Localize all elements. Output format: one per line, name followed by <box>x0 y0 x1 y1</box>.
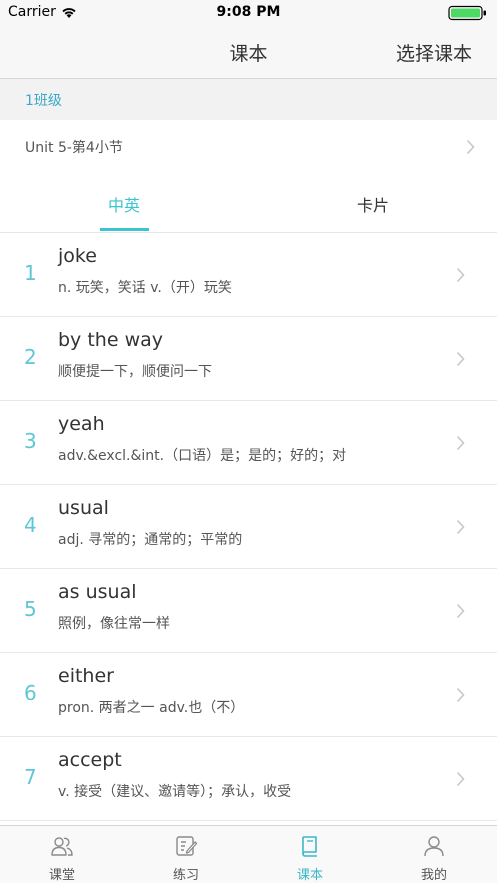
word-index: 5 <box>24 597 37 621</box>
chevron-right-icon <box>456 267 465 283</box>
bottom-tab-bar: 课堂 练习 课本 我的 <box>0 825 497 883</box>
word-definition: pron. 两者之一 adv.也（不） <box>58 700 245 716</box>
nav-bar: 课本 选择课本 <box>0 26 497 79</box>
chevron-right-icon <box>456 771 465 787</box>
word-text: yeah <box>58 413 105 435</box>
word-index: 6 <box>24 681 37 705</box>
word-definition: adv.&excl.&int.（口语）是；是的；好的；对 <box>58 448 347 464</box>
chevron-right-icon <box>466 139 475 155</box>
word-row[interactable]: 5 as usual 照例，像往常一样 <box>0 569 497 653</box>
classroom-icon <box>51 837 73 856</box>
class-section-header: 1班级 <box>0 79 497 120</box>
status-time: 9:08 PM <box>216 4 281 20</box>
word-definition: adj. 寻常的；通常的；平常的 <box>58 532 243 548</box>
unit-selector-row[interactable]: Unit 5-第4小节 <box>0 120 497 174</box>
word-text: as usual <box>58 581 137 603</box>
tab-profile[interactable]: 我的 <box>372 826 496 883</box>
tab-practice[interactable]: 练习 <box>124 826 248 883</box>
tab-cards[interactable]: 卡片 <box>313 192 433 216</box>
word-row[interactable]: 1 joke n. 玩笑，笑话 v.（开）玩笑 <box>0 233 497 317</box>
word-definition: 照例，像往常一样 <box>58 616 170 632</box>
word-text: accept <box>58 749 122 771</box>
tab-practice-label: 练习 <box>172 868 199 883</box>
tab-profile-label: 我的 <box>420 868 447 883</box>
word-index: 7 <box>24 765 37 789</box>
class-label: 1班级 <box>25 93 62 109</box>
word-row[interactable]: 4 usual adj. 寻常的；通常的；平常的 <box>0 485 497 569</box>
word-row[interactable]: 7 accept v. 接受（建议、邀请等）；承认，收受 <box>0 737 497 821</box>
chevron-right-icon <box>456 435 465 451</box>
tab-classroom-label: 课堂 <box>48 868 75 883</box>
chevron-right-icon <box>456 603 465 619</box>
view-tabs: 中英 卡片 <box>0 174 497 233</box>
word-text: by the way <box>58 329 163 351</box>
word-index: 3 <box>24 429 37 453</box>
word-text: joke <box>58 245 97 267</box>
textbook-icon <box>302 836 317 857</box>
tab-textbook-label: 课本 <box>296 868 323 883</box>
tab-textbook[interactable]: 课本 <box>248 826 372 883</box>
battery-icon <box>448 5 486 21</box>
active-tab-indicator <box>100 228 149 231</box>
word-definition: n. 玩笑，笑话 v.（开）玩笑 <box>58 280 232 296</box>
screen: Carrier 9:08 PM 课本 选择课本 1班级 Unit 5-第4小节 … <box>0 0 497 883</box>
word-text: usual <box>58 497 109 519</box>
status-bar: Carrier 9:08 PM <box>0 0 497 26</box>
word-index: 4 <box>24 513 37 537</box>
word-list: 1 joke n. 玩笑，笑话 v.（开）玩笑 2 by the way 顺便提… <box>0 233 497 825</box>
practice-icon <box>176 836 198 856</box>
tab-classroom[interactable]: 课堂 <box>0 826 124 883</box>
word-text: either <box>58 665 114 687</box>
select-textbook-button[interactable]: 选择课本 <box>396 39 472 66</box>
chevron-right-icon <box>456 519 465 535</box>
chevron-right-icon <box>456 687 465 703</box>
word-row[interactable]: 3 yeah adv.&excl.&int.（口语）是；是的；好的；对 <box>0 401 497 485</box>
word-row[interactable]: 6 either pron. 两者之一 adv.也（不） <box>0 653 497 737</box>
word-row[interactable]: 2 by the way 顺便提一下，顺便问一下 <box>0 317 497 401</box>
chevron-right-icon <box>456 351 465 367</box>
word-definition: v. 接受（建议、邀请等）；承认，收受 <box>58 784 292 800</box>
word-definition: 顺便提一下，顺便问一下 <box>58 364 212 380</box>
tab-chinese-english[interactable]: 中英 <box>64 192 184 216</box>
unit-label: Unit 5-第4小节 <box>25 140 123 156</box>
profile-icon <box>424 836 444 857</box>
word-index: 1 <box>24 261 37 285</box>
word-index: 2 <box>24 345 37 369</box>
